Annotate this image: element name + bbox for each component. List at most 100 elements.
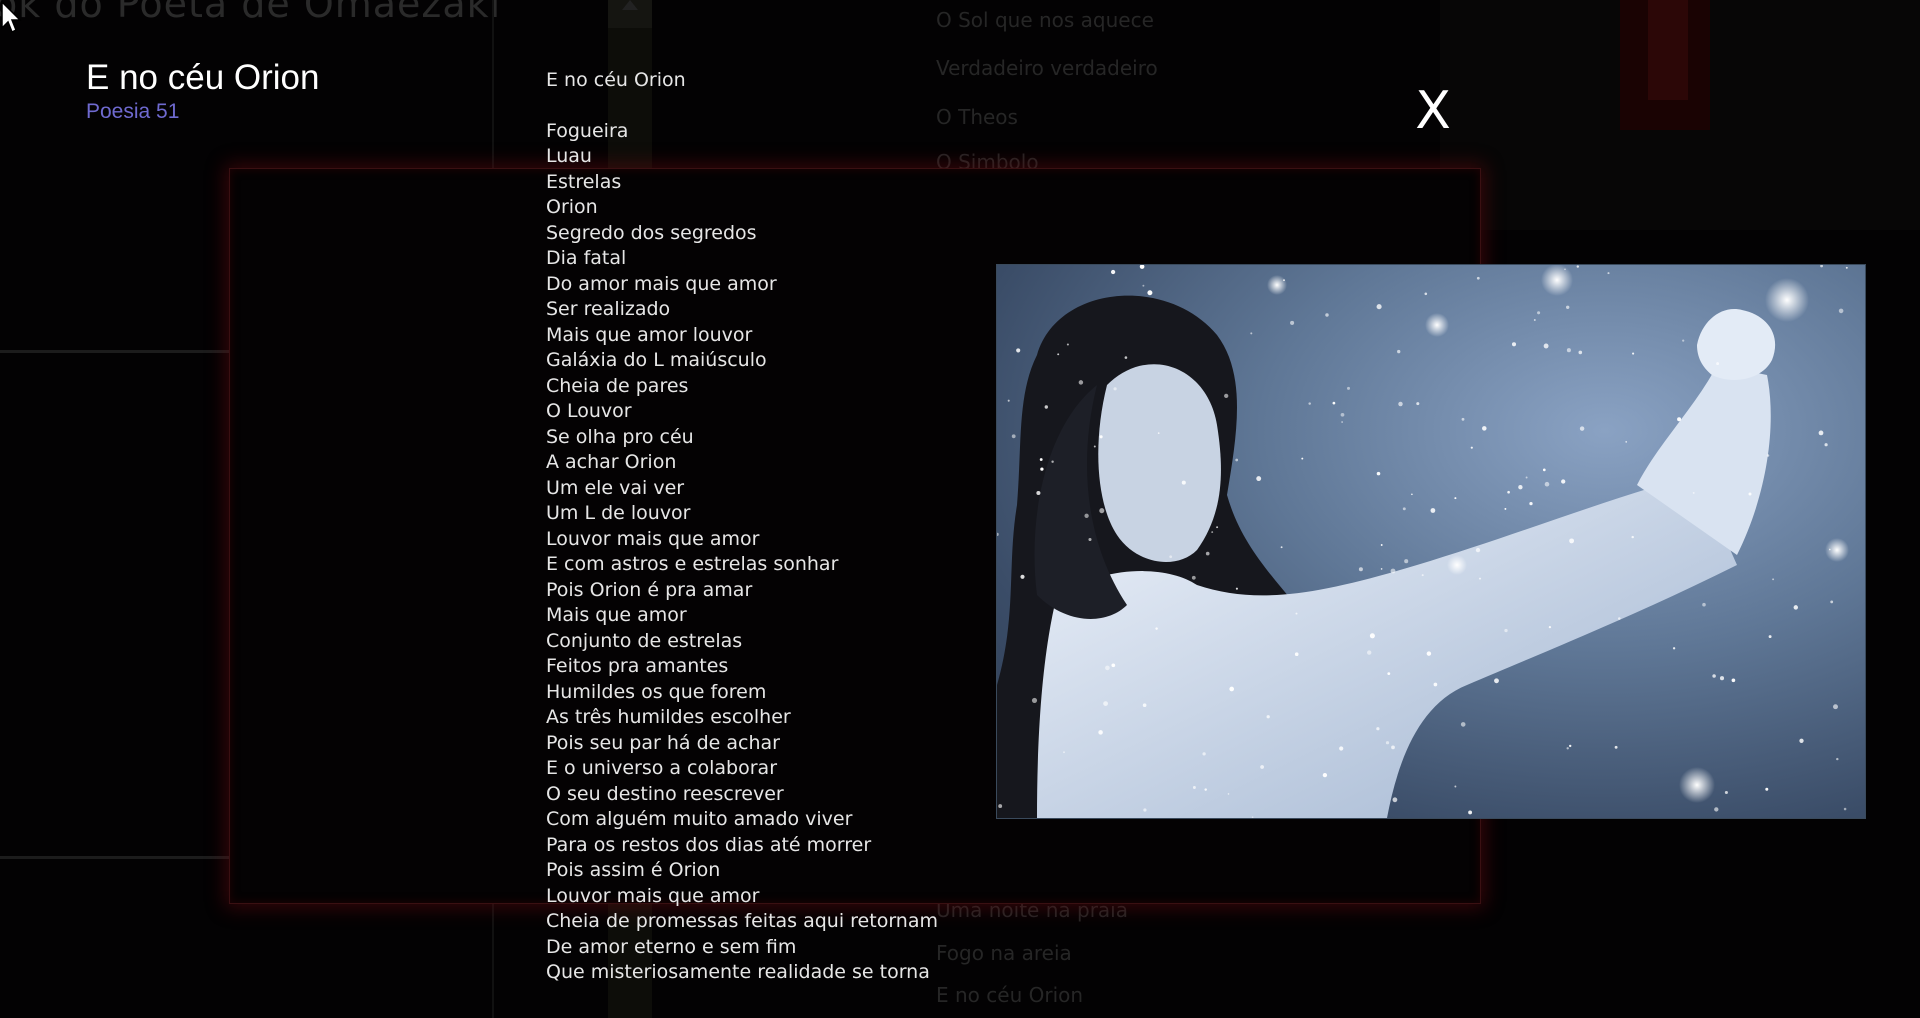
star-sparkle [1376, 304, 1382, 310]
scroll-up-arrow-icon[interactable] [622, 0, 638, 10]
star-sparkle [1347, 386, 1350, 390]
star-sparkle [1256, 476, 1262, 482]
star-sparkle [1614, 745, 1618, 749]
star-sparkle [1566, 348, 1571, 353]
background-list-item[interactable]: E no céu Orion [936, 983, 1083, 1007]
poem-line: Fogueira [546, 119, 629, 142]
star-sparkle [1139, 265, 1145, 269]
star-sparkle [1078, 380, 1084, 385]
background-app-title: ok do Poeta de Omaezaki [0, 0, 502, 26]
star-sparkle [1235, 458, 1239, 462]
poem-line: Para os restos dos dias até morrer [546, 833, 872, 856]
star-sparkle [1504, 507, 1507, 510]
poem-line: Louvor mais que amor [546, 527, 760, 550]
star-sparkle [1036, 490, 1041, 496]
star-sparkle [1093, 445, 1096, 448]
star-sparkle [1470, 446, 1473, 449]
star-sparkle [1537, 311, 1541, 315]
star-sparkle [1578, 350, 1583, 355]
star-sparkle [1295, 612, 1298, 615]
star-sparkle [1147, 290, 1153, 296]
star-sparkle [1397, 349, 1401, 354]
poem-line: Pois Orion é pra amar [546, 578, 753, 601]
star-sparkle [1566, 305, 1570, 309]
star-sparkle [1772, 578, 1775, 581]
star-sparkle [1579, 426, 1585, 431]
poem-line: E com astros e estrelas sonhar [546, 553, 839, 575]
star-sparkle [1475, 547, 1481, 553]
poem-line: Orion [546, 196, 598, 218]
star-sparkle [1016, 348, 1021, 353]
star-sparkle [1820, 265, 1823, 268]
star-sparkle [1716, 362, 1720, 366]
star-sparkle [1191, 575, 1196, 580]
star-sparkle [1818, 430, 1824, 436]
background-list-item[interactable]: Verdadeiro verdadeiro [936, 56, 1158, 80]
star-sparkle [1358, 567, 1363, 572]
poem-line: Pois seu par há de achar [546, 731, 780, 754]
background-list-item[interactable]: Fogo na areia [936, 941, 1072, 965]
star-sparkle [1402, 507, 1406, 511]
star-sparkle [1142, 284, 1145, 287]
star-sparkle [1294, 652, 1299, 657]
poem-line: Humildes os que forem [546, 680, 767, 703]
star-sparkle [1007, 399, 1010, 402]
poem-line: Dia fatal [546, 247, 627, 269]
star-sparkle [1380, 544, 1383, 546]
star-sparkle [1051, 460, 1054, 463]
star-sparkle [1411, 493, 1413, 496]
star-sparkle [1325, 313, 1329, 317]
background-divider [0, 856, 229, 859]
poem-line: Louvor mais que amor [546, 884, 760, 907]
star-sparkle [1322, 772, 1328, 778]
star-sparkle [1525, 476, 1528, 479]
star-sparkle [1040, 467, 1044, 471]
poem-line: Pois assim é Orion [546, 859, 721, 881]
star-sparkle [1482, 426, 1487, 431]
star-sparkle [1110, 269, 1116, 275]
star-sparkle [1543, 343, 1549, 349]
background-list-item[interactable]: O Sol que nos aquece [936, 8, 1154, 32]
star-sparkle [1250, 332, 1253, 335]
star-sparkle [1169, 555, 1173, 559]
star-sparkle [1376, 727, 1380, 731]
close-button[interactable]: X [1408, 80, 1458, 142]
star-sparkle [1124, 356, 1128, 359]
star-sparkle [1533, 319, 1536, 321]
star-sparkle [1181, 480, 1186, 485]
poem-illustration [996, 264, 1866, 819]
star-sparkle [1211, 531, 1214, 534]
star-sparkle [1390, 568, 1396, 574]
star-sparkle [1421, 574, 1424, 577]
poem-heading: E no céu Orion [546, 69, 686, 91]
star-sparkle [1387, 672, 1391, 676]
poem-line: Mais que amor [546, 604, 687, 626]
poem-line: Se olha pro céu [546, 425, 694, 448]
star-sparkle [1332, 401, 1336, 405]
poem-line: Mais que amor louvor [546, 323, 753, 346]
star-sparkle [1561, 479, 1566, 484]
star-sparkle [1576, 265, 1579, 268]
background-divider [0, 350, 229, 353]
star-sparkle [1838, 308, 1844, 314]
star-sparkle [1529, 501, 1533, 506]
star-sparkle [1341, 421, 1343, 423]
poem-line: Galáxia do L maiúsculo [546, 349, 767, 371]
star-sparkle [1542, 468, 1546, 472]
star-sparkle [1251, 816, 1254, 818]
star-sparkle [1569, 538, 1575, 544]
star-sparkle [1731, 678, 1736, 683]
star-sparkle [1044, 405, 1048, 409]
poem-line: As três humildes escolher [546, 706, 791, 728]
poem-line: Cheia de pares [546, 374, 689, 397]
star-sparkle [1833, 704, 1838, 710]
star-sparkle [1672, 647, 1676, 650]
poem-line: Conjunto de estrelas [546, 629, 743, 652]
star-sparkle [1714, 807, 1719, 812]
star-sparkle [1301, 457, 1304, 460]
star-sparkle [1376, 471, 1381, 476]
background-list-item[interactable]: O Theos [936, 105, 1018, 129]
poem-subtitle: Poesia 51 [86, 100, 180, 123]
star-sparkle [1192, 786, 1196, 789]
star-sparkle [1369, 633, 1375, 639]
